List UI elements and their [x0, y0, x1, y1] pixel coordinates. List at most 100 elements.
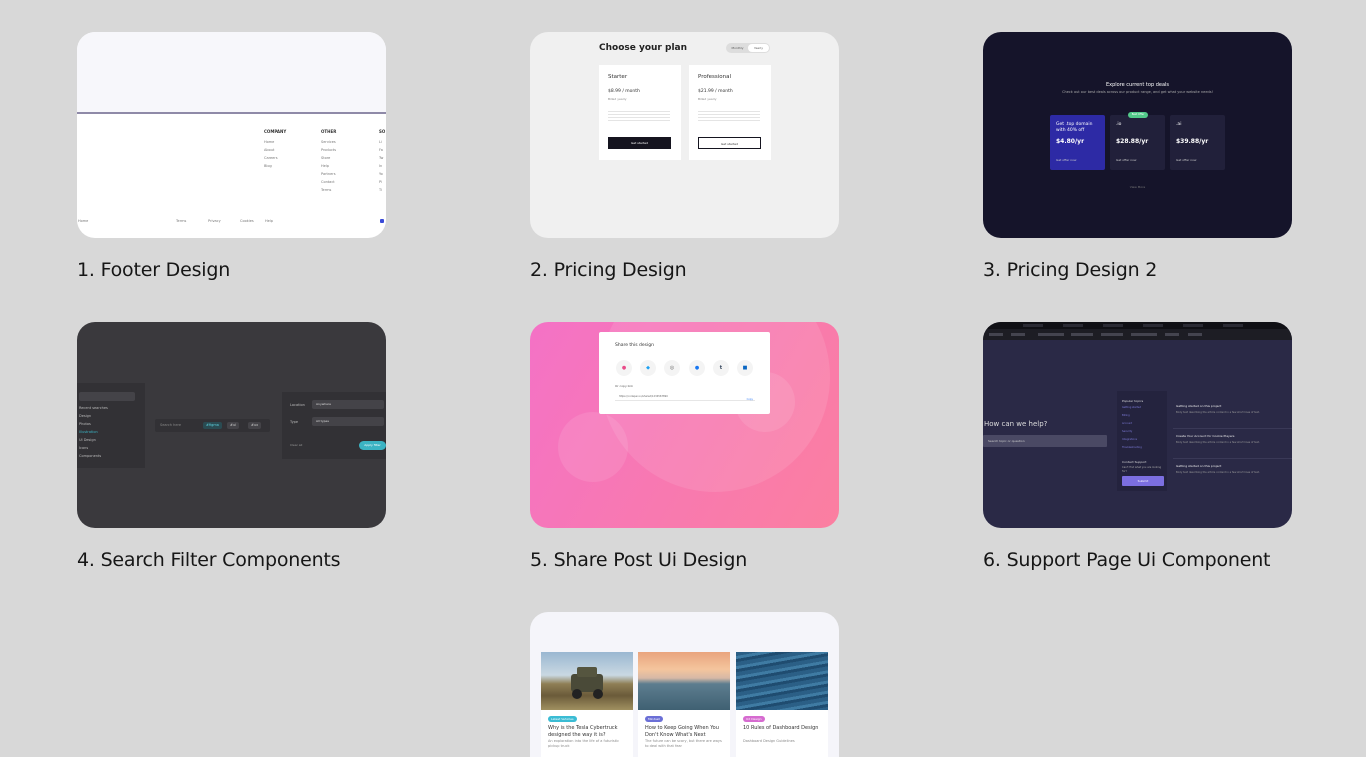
blog-post-card: Mindset How to Keep Going When You Don't… [638, 652, 730, 757]
article-title: Create Your Account for Cookie Players [1176, 434, 1235, 438]
plan-billing: Billed yearly [608, 97, 627, 101]
footer-column-heading: SO [379, 129, 386, 134]
plan-button: Get started [698, 137, 761, 149]
search-box [79, 392, 135, 401]
filter-select: All types [312, 417, 384, 426]
linkedin-icon: ■ [737, 360, 753, 376]
bookmark [1071, 333, 1093, 336]
post-summary: The future can be scary, but there are w… [645, 739, 722, 748]
article-text: Body text describing the article content… [1176, 471, 1260, 474]
project-card-share-post-ui-design[interactable]: Share this design ● ◆ ◎ ● t ■ Or copy li… [530, 322, 839, 571]
footer-link: Terms [321, 188, 332, 192]
deal-price: $4.80/yr [1056, 138, 1085, 145]
bookmark [1131, 333, 1157, 336]
decor-circle [558, 412, 628, 482]
blog-cards-thumbnail[interactable]: Latest Vehicles Why is the Tesla Cybertr… [530, 612, 839, 757]
footer-bottom-link: Home [78, 219, 89, 223]
view-more-link: View More [1129, 185, 1146, 189]
post-title: Why is the Tesla Cybertruck designed the… [548, 725, 618, 738]
post-title: 10 Rules of Dashboard Design [743, 725, 819, 731]
plan-name: Professional [698, 74, 732, 80]
filter-label: Type [290, 420, 299, 424]
project-card-pricing-design-2[interactable]: Explore current top deals Check out our … [983, 32, 1292, 281]
post-image-sunset-sea [638, 652, 730, 710]
footer-link: Services [321, 140, 336, 144]
project-card-pricing-design[interactable]: Choose your plan Monthly Yearly Starter … [530, 32, 839, 281]
card-title[interactable]: 3. Pricing Design 2 [983, 259, 1292, 281]
card-title[interactable]: 6. Support Page Ui Component [983, 549, 1292, 571]
twitter-icon [380, 219, 384, 223]
project-card-search-filter-components[interactable]: Recent searches Design Photos Illustrati… [77, 322, 386, 571]
search-filter-thumbnail[interactable]: Recent searches Design Photos Illustrati… [77, 322, 386, 528]
share-post-thumbnail[interactable]: Share this design ● ◆ ◎ ● t ■ Or copy li… [530, 322, 839, 528]
deal-footer: Get offer now [1116, 158, 1137, 162]
project-card-blog-cards[interactable]: Latest Vehicles Why is the Tesla Cybertr… [530, 612, 839, 757]
search-list-item: Components [79, 454, 102, 458]
apply-filter-button: Apply filter [359, 441, 386, 450]
footer-link: Careers [264, 156, 278, 160]
tag-search-bar: Search here #figma #ui #ux [155, 419, 270, 432]
topic-link: Getting started [1122, 406, 1142, 409]
topic-link: Account [1122, 422, 1133, 425]
article-title: Getting started on this project [1176, 464, 1222, 468]
articles-list: Getting started on this project Body tex… [1173, 396, 1292, 490]
pricing-title: Choose your plan [599, 43, 688, 53]
share-panel: Share this design ● ◆ ◎ ● t ■ Or copy li… [599, 332, 770, 414]
card-title[interactable]: 4. Search Filter Components [77, 549, 386, 571]
browser-tab [1143, 324, 1163, 327]
footer-column-heading: OTHER [321, 129, 337, 134]
search-list-item: Design [79, 414, 92, 418]
topics-heading: Popular topics [1122, 399, 1144, 403]
article-text: Body text describing the article content… [1176, 441, 1260, 444]
tag-chip: #figma [203, 422, 222, 429]
plan-button: Get started [608, 137, 671, 149]
deal-card: Get .top domain with 40% off $4.80/yr Ge… [1050, 115, 1105, 170]
toggle-yearly: Yearly [748, 44, 769, 52]
search-list-item: Illustration [79, 430, 98, 434]
plan-card: Starter $8.99 / month Billed yearly Get … [599, 65, 681, 160]
project-card-footer-design[interactable]: COMPANY Home About Careers Blog OTHER Se… [77, 32, 386, 281]
deal-footer: Get offer now [1176, 158, 1197, 162]
card-title[interactable]: 2. Pricing Design [530, 259, 839, 281]
browser-tab [1223, 324, 1243, 327]
filter-panel: Location Anywhere Type All types Clear a… [282, 392, 386, 459]
plan-billing: Billed yearly [698, 97, 717, 101]
share-url: https://codepen.io/shared/1234567890 [619, 395, 668, 398]
divider [1173, 428, 1292, 429]
dribbble-icon: ● [616, 360, 632, 376]
footer-link: Contact [321, 180, 335, 184]
bookmark [1038, 333, 1064, 336]
copy-link-button: Copy [746, 398, 753, 401]
card-title[interactable]: 1. Footer Design [77, 259, 386, 281]
copy-link-label: Or copy link [615, 384, 633, 388]
pricing-design-thumbnail[interactable]: Choose your plan Monthly Yearly Starter … [530, 32, 839, 238]
support-page-thumbnail[interactable]: How can we help? Search topic or questio… [983, 322, 1292, 528]
facebook-icon: ● [689, 360, 705, 376]
bookmark [1188, 333, 1202, 336]
card-title[interactable]: 5. Share Post Ui Design [530, 549, 839, 571]
tag-chip: #ui [227, 422, 240, 429]
blog-post-card: UX Design 10 Rules of Dashboard Design D… [736, 652, 828, 757]
plan-description [608, 109, 670, 123]
footer-link: Products [321, 148, 337, 152]
share-title: Share this design [615, 343, 654, 348]
post-summary: Dashboard Design Guidelines [743, 739, 795, 743]
footer-link: Li [379, 140, 382, 144]
contact-heading: Contact Support [1122, 460, 1147, 464]
footer-link: Pi [379, 180, 383, 184]
toggle-monthly: Monthly [731, 46, 744, 50]
footer-design-thumbnail[interactable]: COMPANY Home About Careers Blog OTHER Se… [77, 32, 386, 238]
deal-price: $28.88/yr [1116, 138, 1149, 145]
pricing-design-2-thumbnail[interactable]: Explore current top deals Check out our … [983, 32, 1292, 238]
deal-headline: .ai [1176, 122, 1182, 127]
topics-sidebar: Popular topics Getting started Billing A… [1117, 391, 1167, 491]
deal-card: .ai $39.88/yr Get offer now [1170, 115, 1225, 170]
deal-headline: Get .top domain with 40% off [1056, 122, 1093, 133]
project-card-support-page-ui-component[interactable]: How can we help? Search topic or questio… [983, 322, 1292, 571]
deals-title: Explore current top deals [1105, 82, 1170, 88]
footer-link: Blog [264, 164, 272, 168]
browser-tab [1103, 324, 1123, 327]
deal-footer: Get offer now [1056, 158, 1077, 162]
footer-hero-area [77, 32, 386, 114]
contact-button: Submit [1122, 476, 1164, 486]
